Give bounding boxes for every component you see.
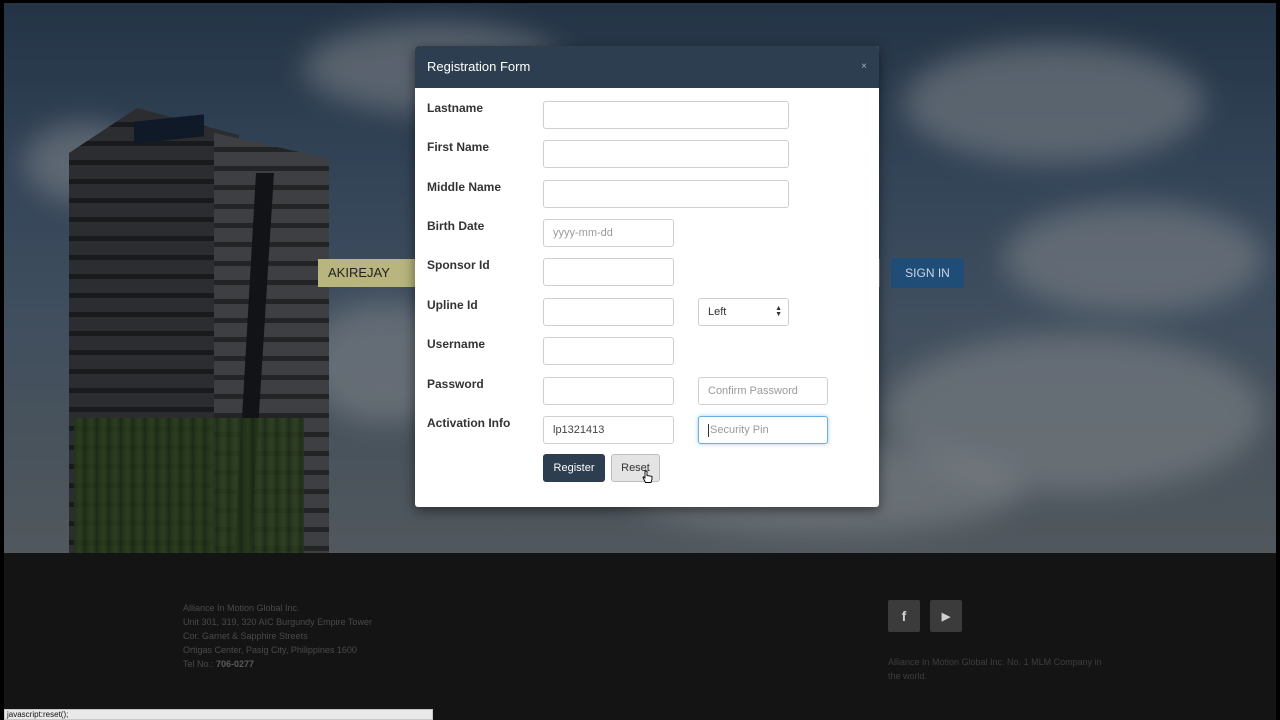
firstname-input[interactable] (543, 140, 789, 168)
register-button[interactable]: Register (543, 454, 605, 482)
birthdate-label: Birth Date (427, 219, 485, 233)
username-label: Username (427, 337, 486, 351)
signin-button[interactable]: SIGN IN (891, 258, 964, 288)
activation-code-input[interactable]: lp1321413 (543, 416, 674, 444)
hand-cursor-icon (642, 470, 653, 483)
footer-tagline: Alliance In Motion Global Inc. No. 1 MLM… (888, 657, 1102, 681)
birthdate-input[interactable]: yyyy-mm-dd (543, 219, 674, 247)
registration-modal: Registration Form × Lastname First Name … (415, 46, 879, 507)
tel-value: 706-0277 (216, 659, 255, 669)
upline-id-input[interactable] (543, 298, 674, 326)
password-input[interactable] (543, 377, 674, 405)
login-username-input[interactable]: AKIREJAY (318, 259, 418, 287)
facebook-icon[interactable]: f (888, 600, 920, 632)
address-line: Ortigas Center, Pasig City, Philippines … (183, 645, 357, 655)
address-line: Alliance In Motion Global Inc. (183, 603, 300, 613)
lastname-label: Lastname (427, 101, 484, 115)
position-selected-value: Left (708, 306, 727, 318)
position-select[interactable]: Left ▲ ▼ (698, 298, 789, 326)
lastname-input[interactable] (543, 101, 789, 129)
sponsor-label: Sponsor Id (427, 258, 490, 272)
password-label: Password (427, 377, 484, 391)
firstname-label: First Name (427, 140, 490, 154)
middlename-input[interactable] (543, 180, 789, 208)
security-pin-placeholder: Security Pin (710, 424, 769, 436)
youtube-icon[interactable]: ▶ (930, 600, 962, 632)
address-line: Cor. Garnet & Sapphire Streets (183, 631, 308, 641)
confirm-password-input[interactable]: Confirm Password (698, 377, 828, 405)
page: AKIREJAY SIGN IN Alliance In Motion Glob… (0, 0, 1280, 720)
text-caret (708, 423, 709, 437)
browser-status-bar: javascript:reset(); (4, 709, 433, 720)
telephone: Tel No.: 706-0277 (183, 657, 372, 671)
username-input[interactable] (543, 337, 674, 365)
footer-address: Alliance In Motion Global Inc. Unit 301,… (183, 601, 372, 671)
select-arrows-icon: ▲ ▼ (775, 305, 782, 318)
modal-header: Registration Form × (415, 46, 879, 88)
tel-label: Tel No.: (183, 659, 214, 669)
middlename-label: Middle Name (427, 180, 502, 194)
security-pin-input[interactable]: Security Pin (698, 416, 828, 444)
modal-title: Registration Form (427, 59, 531, 74)
sponsor-id-input[interactable] (543, 258, 674, 286)
activation-label: Activation Info (427, 416, 511, 430)
upline-label: Upline Id (427, 298, 478, 312)
footer: Alliance In Motion Global Inc. Unit 301,… (4, 553, 1276, 720)
close-icon[interactable]: × (861, 46, 867, 88)
address-line: Unit 301, 319, 320 AIC Burgundy Empire T… (183, 617, 372, 627)
